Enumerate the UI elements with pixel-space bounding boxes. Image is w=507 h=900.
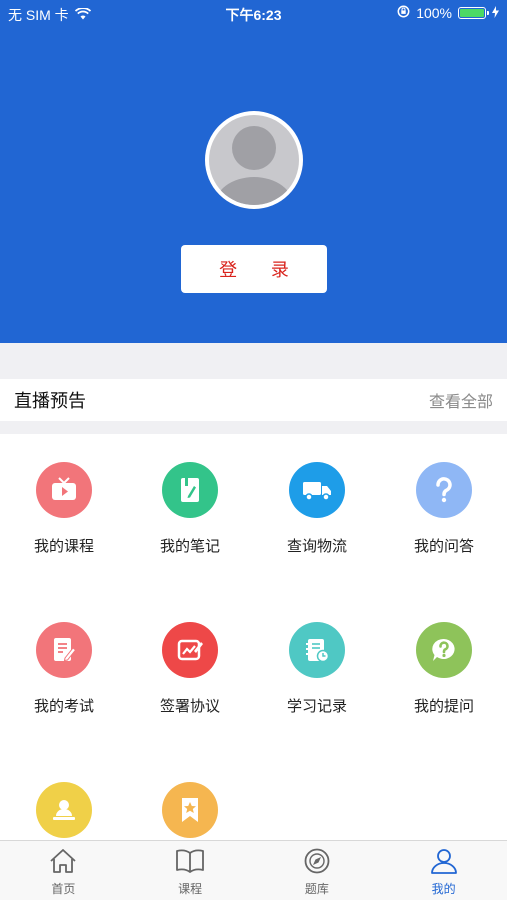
- grid-label: 我的课程: [33, 537, 94, 555]
- exam-paper-icon: [36, 622, 92, 678]
- battery-level: [460, 9, 484, 17]
- grid-item-sign-agreement[interactable]: 签署协议: [127, 594, 253, 734]
- grid-item-my-questions[interactable]: 我的提问: [381, 594, 507, 734]
- grid-label: 我的考试: [33, 697, 94, 715]
- sign-contract-icon: [162, 622, 218, 678]
- battery-percent: 100%: [416, 5, 452, 21]
- function-grid: 我的课程 我的笔记 查询物流 我的问答 我的考试 签署协议 学习记录 我的提问: [0, 434, 507, 840]
- live-preview-bar: 直播预告 查看全部: [0, 379, 507, 421]
- grid-item-my-courses[interactable]: 我的课程: [1, 434, 127, 574]
- charging-icon: [492, 5, 499, 21]
- question-bubble-icon: [416, 622, 472, 678]
- grid-label: 签署协议: [159, 697, 220, 715]
- home-icon: [48, 848, 78, 878]
- tab-mine[interactable]: 我的: [380, 841, 507, 900]
- tab-label: 题库: [304, 882, 329, 896]
- tab-label: 课程: [178, 882, 203, 896]
- status-bar: 无 SIM 卡 下午6:23 100%: [0, 0, 507, 26]
- status-right: 100%: [397, 5, 499, 21]
- grid-item-logistics[interactable]: 查询物流: [254, 434, 380, 574]
- notebook-pen-icon: [162, 462, 218, 518]
- tab-label: 我的: [431, 882, 456, 896]
- grid-label: 学习记录: [286, 697, 347, 715]
- login-button[interactable]: 登 录: [181, 245, 327, 293]
- grid-item-my-notes[interactable]: 我的笔记: [127, 434, 253, 574]
- tab-home[interactable]: 首页: [0, 841, 127, 900]
- live-preview-title: 直播预告: [14, 391, 86, 412]
- default-user-avatar-icon: [209, 115, 299, 205]
- view-all-link[interactable]: 查看全部: [429, 388, 493, 412]
- user-icon: [429, 848, 459, 878]
- book-icon: [175, 848, 205, 878]
- tv-play-icon: [36, 462, 92, 518]
- grid-label: 我的笔记: [159, 537, 220, 555]
- question-icon: [416, 462, 472, 518]
- grid-item-teacher[interactable]: [1, 754, 127, 840]
- grid-item-study-record[interactable]: 学习记录: [254, 594, 380, 734]
- truck-icon: [289, 462, 345, 518]
- teacher-icon: [36, 782, 92, 838]
- compass-icon: [302, 848, 332, 878]
- grid-label: 我的问答: [413, 537, 474, 555]
- grid-label: 查询物流: [286, 537, 347, 555]
- tab-question-bank[interactable]: 题库: [254, 841, 381, 900]
- grid-item-my-qa[interactable]: 我的问答: [381, 434, 507, 574]
- grid-item-favorites[interactable]: [127, 754, 253, 840]
- profile-header: 无 SIM 卡 下午6:23 100% 登 录: [0, 0, 507, 343]
- study-record-icon: [289, 622, 345, 678]
- grid-label: 我的提问: [413, 697, 474, 715]
- tab-courses[interactable]: 课程: [127, 841, 254, 900]
- battery-icon: [458, 7, 489, 19]
- bookmark-star-icon: [162, 782, 218, 838]
- rotation-lock-icon: [397, 5, 410, 21]
- avatar[interactable]: [205, 111, 303, 209]
- tab-label: 首页: [51, 882, 76, 896]
- bottom-tab-bar: 首页 课程 题库 我的: [0, 840, 507, 900]
- grid-item-my-exams[interactable]: 我的考试: [1, 594, 127, 734]
